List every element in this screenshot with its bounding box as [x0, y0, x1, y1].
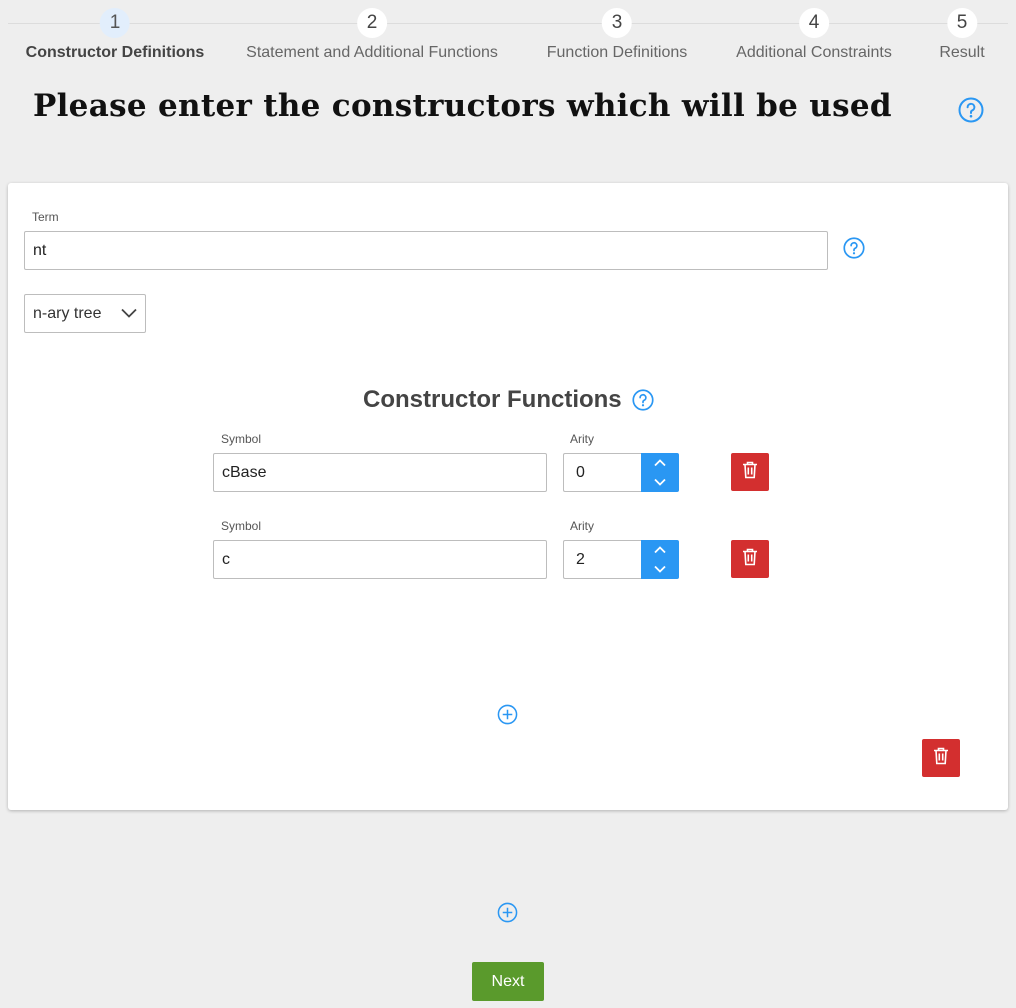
constructor-functions-title: Constructor Functions — [363, 386, 622, 413]
term-type-value: n-ary tree — [33, 304, 102, 322]
symbol-input[interactable] — [213, 453, 547, 492]
term-input[interactable] — [24, 231, 828, 270]
term-label: Term — [32, 210, 59, 224]
plus-circle-icon — [497, 704, 518, 725]
add-constructor-function-button[interactable] — [497, 704, 518, 730]
trash-icon — [742, 461, 758, 484]
page-title: Please enter the constructors which will… — [33, 88, 892, 124]
step-label: Function Definitions — [546, 44, 688, 61]
step-number: 1 — [99, 8, 130, 38]
help-icon[interactable] — [958, 97, 984, 123]
step-statement-additional-functions[interactable]: 2 Statement and Additional Functions — [246, 8, 498, 63]
step-label: Additional Constraints — [736, 44, 892, 61]
arity-stepper — [563, 453, 679, 492]
chevron-down-icon — [121, 305, 137, 323]
arity-label: Arity — [570, 519, 594, 533]
arity-stepper — [563, 540, 679, 579]
step-additional-constraints[interactable]: 4 Additional Constraints — [736, 8, 892, 63]
add-term-button[interactable] — [497, 902, 518, 928]
delete-term-button[interactable] — [922, 739, 960, 777]
stepper: 1 Constructor Definitions 2 Statement an… — [0, 0, 1016, 80]
step-function-definitions[interactable]: 3 Function Definitions — [546, 8, 688, 63]
constructor-card: Term n-ary tree Constructor Functions Sy… — [8, 183, 1008, 810]
trash-icon — [742, 548, 758, 571]
next-button[interactable]: Next — [472, 962, 544, 1001]
term-help-icon[interactable] — [843, 237, 865, 259]
step-number: 2 — [357, 8, 387, 38]
chevron-up-icon[interactable] — [641, 453, 679, 473]
arity-input[interactable] — [563, 453, 642, 492]
symbol-label: Symbol — [221, 432, 262, 446]
step-number: 5 — [946, 8, 977, 38]
step-label: Result — [939, 44, 985, 61]
symbol-input[interactable] — [213, 540, 547, 579]
plus-circle-icon — [497, 902, 518, 923]
step-number: 3 — [601, 8, 632, 38]
step-label: Constructor Definitions — [25, 44, 205, 61]
step-constructor-definitions[interactable]: 1 Constructor Definitions — [25, 8, 205, 63]
arity-input[interactable] — [563, 540, 642, 579]
delete-constructor-button[interactable] — [731, 540, 769, 578]
trash-icon — [933, 747, 949, 770]
step-result[interactable]: 5 Result — [939, 8, 985, 63]
constructor-functions-help-icon[interactable] — [632, 389, 654, 411]
step-label: Statement and Additional Functions — [246, 44, 498, 61]
symbol-label: Symbol — [221, 519, 262, 533]
chevron-down-icon[interactable] — [641, 473, 679, 493]
chevron-down-icon[interactable] — [641, 560, 679, 580]
arity-label: Arity — [570, 432, 594, 446]
delete-constructor-button[interactable] — [731, 453, 769, 491]
step-number: 4 — [798, 8, 829, 38]
chevron-up-icon[interactable] — [641, 540, 679, 560]
term-type-select[interactable]: n-ary tree — [24, 294, 146, 333]
